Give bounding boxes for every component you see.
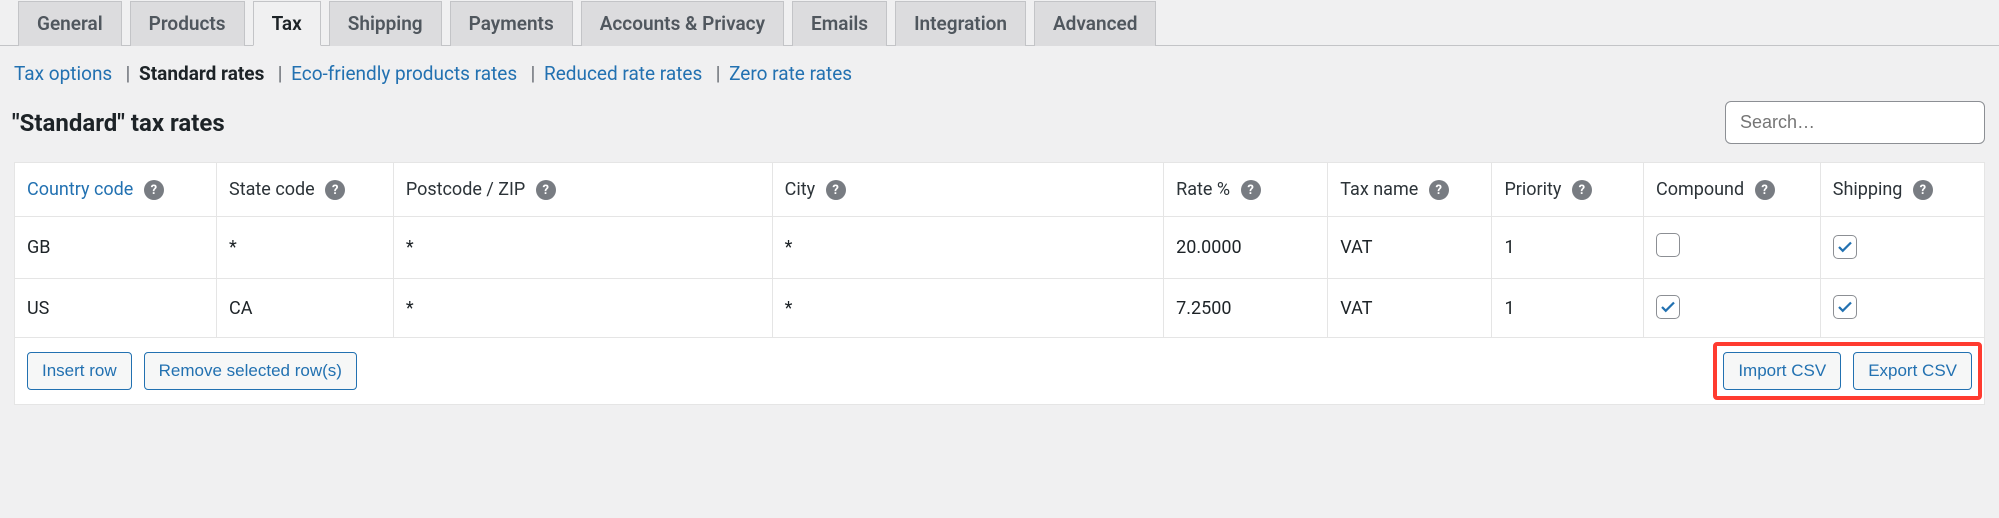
cell-shipping — [1820, 279, 1984, 338]
cell-priority[interactable]: 1 — [1492, 217, 1644, 279]
tab-shipping[interactable]: Shipping — [329, 1, 442, 46]
tab-advanced[interactable]: Advanced — [1034, 1, 1156, 46]
col-shipping-label: Shipping — [1833, 179, 1903, 200]
cell-rate[interactable]: 7.2500 — [1164, 279, 1328, 338]
table-row[interactable]: US CA * * 7.2500 VAT 1 — [15, 279, 1985, 338]
tax-subnav: Tax options | Standard rates | Eco-frien… — [0, 46, 1999, 97]
col-state-code-label: State code — [229, 179, 315, 200]
col-country-code[interactable]: Country code ? — [15, 163, 217, 217]
subnav-reduced-rates[interactable]: Reduced rate rates — [544, 62, 702, 85]
tax-rates-table: Country code ? State code ? Postcode / Z… — [14, 162, 1985, 405]
tab-products[interactable]: Products — [130, 1, 245, 46]
col-postcode: Postcode / ZIP ? — [393, 163, 772, 217]
export-csv-button[interactable]: Export CSV — [1853, 352, 1972, 390]
col-city-label: City — [785, 179, 816, 200]
insert-row-button[interactable]: Insert row — [27, 352, 132, 390]
cell-postcode[interactable]: * — [393, 217, 772, 279]
tab-emails[interactable]: Emails — [792, 1, 887, 46]
cell-shipping — [1820, 217, 1984, 279]
col-compound: Compound ? — [1643, 163, 1820, 217]
tab-payments[interactable]: Payments — [450, 1, 573, 46]
tab-tax[interactable]: Tax — [253, 1, 321, 46]
cell-priority[interactable]: 1 — [1492, 279, 1644, 338]
cell-tax-name[interactable]: VAT — [1328, 279, 1492, 338]
separator: | — [273, 62, 282, 85]
col-tax-name: Tax name ? — [1328, 163, 1492, 217]
tab-integration[interactable]: Integration — [895, 1, 1026, 46]
help-icon[interactable]: ? — [144, 180, 164, 200]
search-input[interactable] — [1725, 101, 1985, 144]
help-icon[interactable]: ? — [1572, 180, 1592, 200]
col-priority-label: Priority — [1504, 179, 1561, 200]
cell-compound — [1643, 217, 1820, 279]
help-icon[interactable]: ? — [536, 180, 556, 200]
cell-country[interactable]: GB — [15, 217, 217, 279]
cell-compound — [1643, 279, 1820, 338]
col-rate: Rate % ? — [1164, 163, 1328, 217]
col-rate-label: Rate % — [1176, 179, 1230, 200]
help-icon[interactable]: ? — [1241, 180, 1261, 200]
col-postcode-label: Postcode / ZIP — [406, 179, 525, 200]
remove-rows-button[interactable]: Remove selected row(s) — [144, 352, 357, 390]
tab-accounts-privacy[interactable]: Accounts & Privacy — [581, 1, 784, 46]
cell-rate[interactable]: 20.0000 — [1164, 217, 1328, 279]
help-icon[interactable]: ? — [1755, 180, 1775, 200]
help-icon[interactable]: ? — [826, 180, 846, 200]
shipping-checkbox[interactable] — [1833, 235, 1857, 259]
col-country-code-label: Country code — [27, 179, 133, 200]
page-title: "Standard" tax rates — [12, 109, 1725, 137]
help-icon[interactable]: ? — [1913, 180, 1933, 200]
separator: | — [526, 62, 535, 85]
col-shipping: Shipping ? — [1820, 163, 1984, 217]
settings-tabs: General Products Tax Shipping Payments A… — [0, 0, 1999, 46]
cell-country[interactable]: US — [15, 279, 217, 338]
cell-city[interactable]: * — [772, 217, 1163, 279]
cell-state[interactable]: CA — [217, 279, 394, 338]
compound-checkbox[interactable] — [1656, 233, 1680, 257]
shipping-checkbox[interactable] — [1833, 295, 1857, 319]
tab-general[interactable]: General — [18, 1, 122, 46]
cell-state[interactable]: * — [217, 217, 394, 279]
table-row[interactable]: GB * * * 20.0000 VAT 1 — [15, 217, 1985, 279]
compound-checkbox[interactable] — [1656, 295, 1680, 319]
col-compound-label: Compound — [1656, 179, 1744, 200]
col-tax-name-label: Tax name — [1340, 179, 1418, 200]
cell-postcode[interactable]: * — [393, 279, 772, 338]
separator: | — [121, 62, 130, 85]
import-csv-button[interactable]: Import CSV — [1723, 352, 1841, 390]
subnav-zero-rates[interactable]: Zero rate rates — [729, 62, 852, 85]
subnav-eco-rates[interactable]: Eco-friendly products rates — [291, 62, 517, 85]
col-priority: Priority ? — [1492, 163, 1644, 217]
subnav-standard-rates[interactable]: Standard rates — [139, 62, 264, 85]
cell-city[interactable]: * — [772, 279, 1163, 338]
subnav-tax-options[interactable]: Tax options — [14, 62, 112, 85]
help-icon[interactable]: ? — [1429, 180, 1449, 200]
help-icon[interactable]: ? — [325, 180, 345, 200]
separator: | — [711, 62, 720, 85]
col-city: City ? — [772, 163, 1163, 217]
col-state-code: State code ? — [217, 163, 394, 217]
cell-tax-name[interactable]: VAT — [1328, 217, 1492, 279]
